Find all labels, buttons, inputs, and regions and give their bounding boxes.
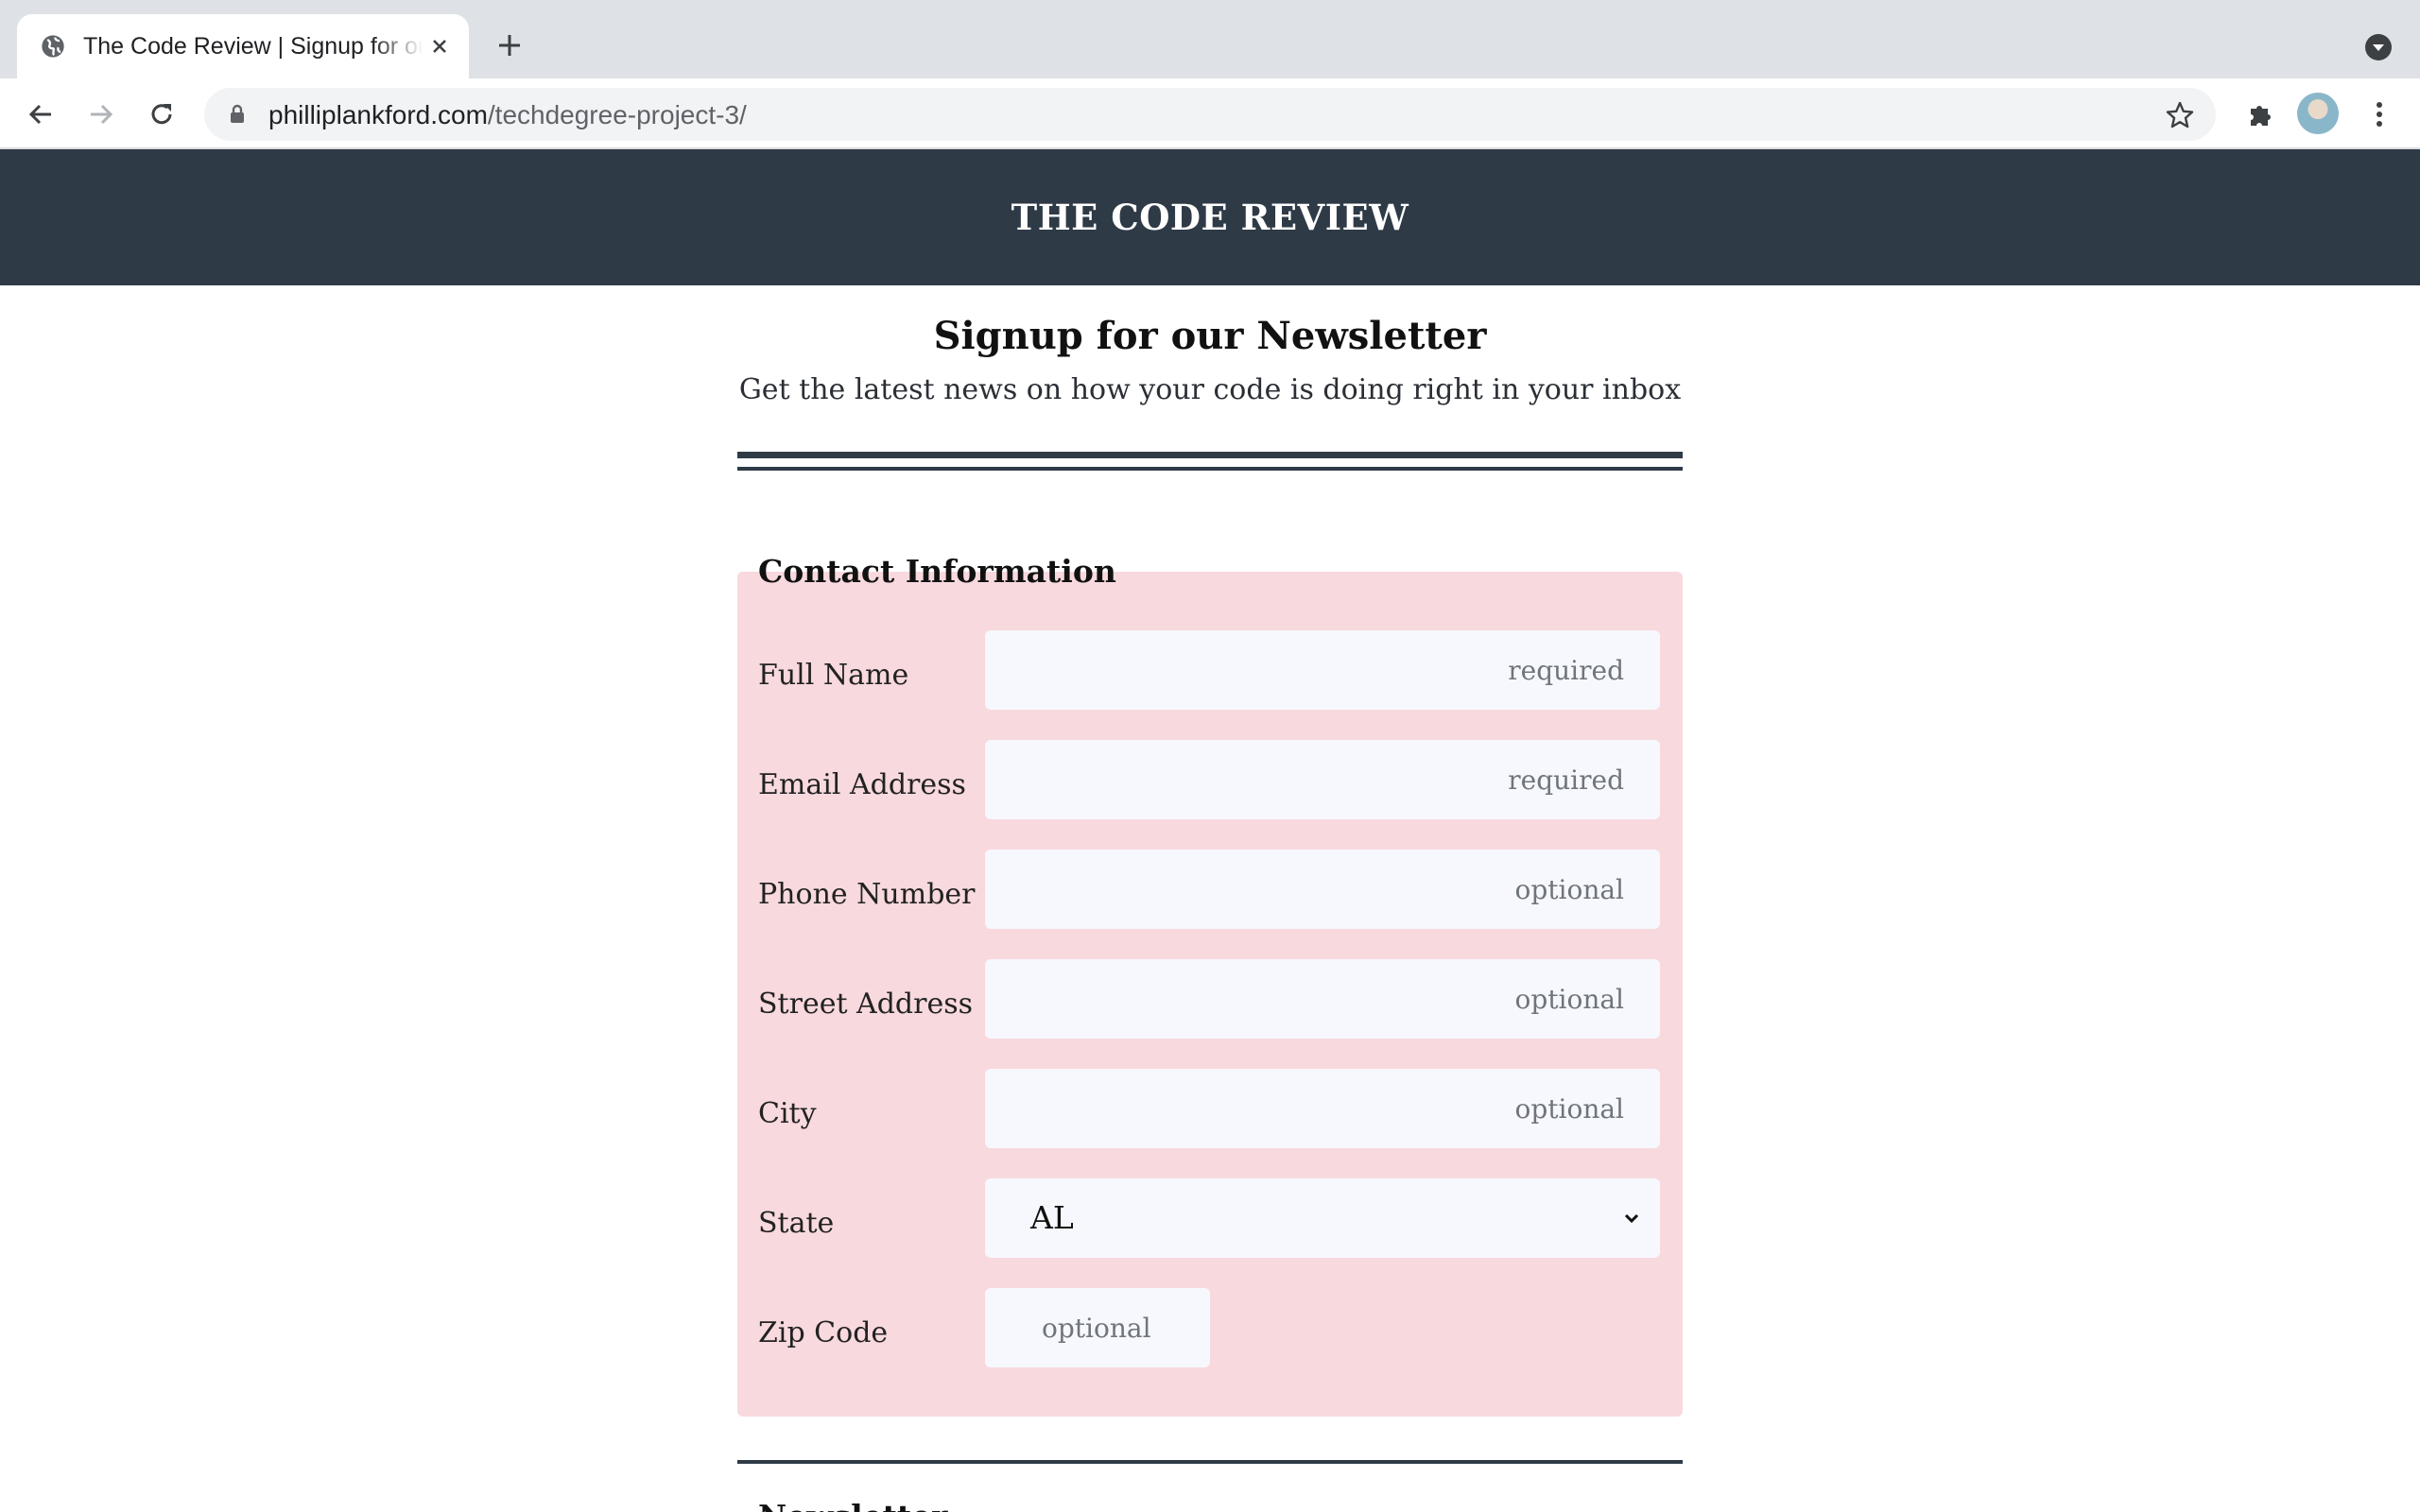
url-text: philliplankford.com/techdegree-project-3… — [268, 101, 747, 129]
tab-search-button[interactable] — [2360, 28, 2397, 66]
state-value: AL — [1030, 1199, 1074, 1236]
divider — [737, 1460, 1683, 1464]
divider — [737, 467, 1683, 471]
star-icon[interactable] — [2165, 100, 2195, 130]
phone-input[interactable]: optional — [985, 850, 1660, 929]
email-label: Email Address — [758, 768, 966, 801]
forward-button[interactable] — [81, 94, 121, 134]
city-row: City optional — [737, 1069, 1683, 1150]
phone-label: Phone Number — [758, 878, 976, 911]
full-name-label: Full Name — [758, 659, 909, 692]
tab-title: The Code Review | Signup for our Newslet… — [83, 33, 424, 60]
state-select[interactable]: AL — [985, 1178, 1660, 1258]
browser-menu-button[interactable] — [2360, 94, 2399, 134]
email-input[interactable]: required — [985, 740, 1660, 819]
browser-tab[interactable]: The Code Review | Signup for our Newslet… — [17, 14, 469, 78]
street-label: Street Address — [758, 988, 974, 1021]
email-placeholder: required — [1508, 765, 1624, 796]
full-name-row: Full Name required — [737, 630, 1683, 712]
phone-placeholder: optional — [1514, 874, 1624, 905]
full-name-input[interactable]: required — [985, 630, 1660, 710]
plus-icon — [499, 35, 520, 56]
zip-label: Zip Code — [758, 1316, 889, 1349]
zip-placeholder: optional — [1042, 1313, 1151, 1344]
arrow-left-icon — [28, 104, 51, 125]
extensions-button[interactable] — [2240, 94, 2280, 134]
url-path: /techdegree-project-3/ — [487, 100, 747, 129]
state-label: State — [758, 1207, 835, 1240]
city-placeholder: optional — [1514, 1093, 1624, 1125]
chevron-down-icon — [1624, 1213, 1639, 1224]
site-title: THE CODE REVIEW — [1011, 197, 1409, 238]
state-row: State AL — [737, 1178, 1683, 1260]
reload-button[interactable] — [142, 94, 182, 134]
full-name-placeholder: required — [1508, 655, 1624, 686]
more-vertical-icon — [2377, 102, 2382, 127]
city-input[interactable]: optional — [985, 1069, 1660, 1148]
arrow-right-icon — [91, 104, 113, 125]
email-row: Email Address required — [737, 740, 1683, 821]
puzzle-icon — [2251, 106, 2271, 126]
back-button[interactable] — [21, 94, 60, 134]
intro-section: Signup for our Newsletter Get the latest… — [0, 307, 2420, 413]
page-title: Signup for our Newsletter — [933, 314, 1487, 358]
street-input[interactable]: optional — [985, 959, 1660, 1039]
new-tab-button[interactable] — [490, 26, 529, 65]
site-header: THE CODE REVIEW — [0, 149, 2420, 285]
globe-icon — [42, 35, 64, 58]
url-domain: philliplankford.com — [268, 100, 488, 129]
tab-strip: The Code Review | Signup for our Newslet… — [0, 0, 2420, 78]
page-subtitle: Get the latest news on how your code is … — [738, 373, 1682, 406]
city-label: City — [758, 1097, 817, 1130]
reload-icon — [151, 104, 172, 125]
lock-icon — [231, 104, 244, 123]
newsletter-legend: Newsletter — [758, 1498, 948, 1512]
phone-row: Phone Number optional — [737, 850, 1683, 931]
address-bar[interactable]: philliplankford.com/techdegree-project-3… — [204, 88, 2216, 141]
street-placeholder: optional — [1514, 984, 1624, 1015]
contact-legend: Contact Information — [758, 553, 1116, 590]
close-icon[interactable] — [424, 30, 456, 62]
zip-input[interactable]: optional — [985, 1288, 1210, 1367]
street-row: Street Address optional — [737, 959, 1683, 1040]
zip-row: Zip Code optional — [737, 1288, 1683, 1369]
divider — [737, 452, 1683, 458]
browser-toolbar: philliplankford.com/techdegree-project-3… — [0, 78, 2420, 149]
chevron-down-circle-icon — [2365, 34, 2392, 60]
avatar[interactable] — [2297, 93, 2339, 134]
